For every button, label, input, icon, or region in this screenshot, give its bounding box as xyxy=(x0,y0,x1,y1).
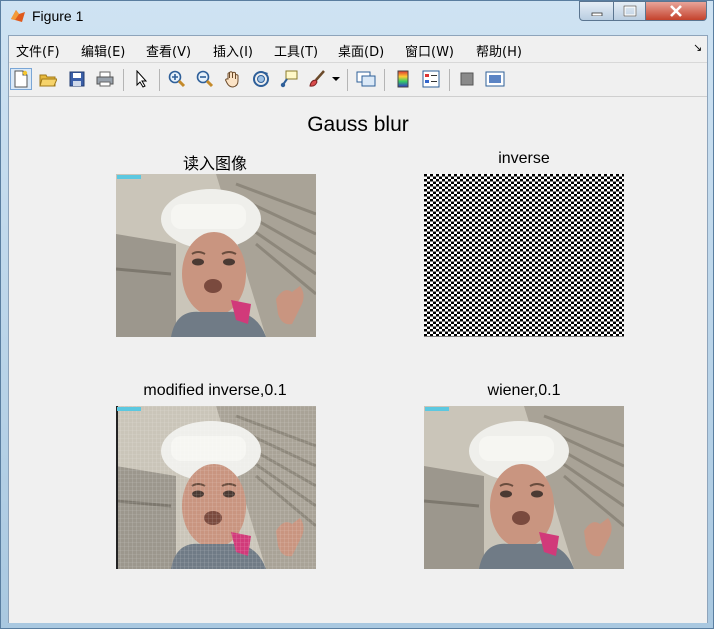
open-file-icon xyxy=(39,74,57,87)
menu-desktop[interactable]: 桌面(D) xyxy=(338,41,384,60)
colorbar-icon xyxy=(397,70,409,88)
toolbar-separator xyxy=(159,69,160,91)
menu-overflow-icon[interactable]: ↘ xyxy=(693,41,702,54)
close-button[interactable] xyxy=(645,1,707,21)
figure-canvas: Gauss blur 读入图像 inverse modified inverse… xyxy=(9,97,707,623)
maximize-icon xyxy=(622,5,637,17)
matlab-logo-icon xyxy=(11,10,25,22)
open-file-button[interactable] xyxy=(37,68,59,90)
axes-title-inverse: inverse xyxy=(498,150,550,167)
toolbar-separator xyxy=(384,69,385,91)
axes-title-wiener: wiener,0.1 xyxy=(487,382,561,399)
menu-view[interactable]: 查看(V) xyxy=(146,41,191,60)
title-bar[interactable]: Figure 1 xyxy=(1,1,713,31)
new-figure-icon xyxy=(14,70,28,88)
link-plot-icon xyxy=(356,71,376,87)
axes-title-modified-inverse: modified inverse,0.1 xyxy=(143,382,287,399)
menu-bar: 文件(F) 编辑(E) 查看(V) 插入(I) 工具(T) 桌面(D) 窗口(W… xyxy=(9,36,707,63)
rotate-3d-icon xyxy=(253,71,269,87)
brush-button[interactable] xyxy=(306,68,328,90)
edit-plot-arrow-icon xyxy=(136,70,148,88)
data-cursor-button[interactable] xyxy=(278,68,300,90)
hide-plot-tools-icon xyxy=(460,72,474,86)
pan-hand-icon xyxy=(224,71,239,88)
toolbar-separator xyxy=(449,69,450,91)
menu-insert[interactable]: 插入(I) xyxy=(213,41,253,60)
zoom-out-icon xyxy=(196,70,214,88)
axes-wiener-image xyxy=(424,406,624,569)
data-cursor-icon xyxy=(280,70,298,88)
menu-tools[interactable]: 工具(T) xyxy=(274,41,318,60)
axes-modified-inverse-image xyxy=(116,406,316,569)
zoom-in-button[interactable] xyxy=(166,68,188,90)
save-button[interactable] xyxy=(66,68,88,90)
image-corner-tag xyxy=(117,407,141,411)
legend-icon xyxy=(422,70,440,88)
figure-suptitle: Gauss blur xyxy=(307,113,409,136)
maximize-button[interactable] xyxy=(613,1,646,21)
brush-dropdown-button[interactable] xyxy=(330,68,342,90)
close-icon xyxy=(670,5,682,17)
minimize-button[interactable] xyxy=(579,1,614,21)
pan-button[interactable] xyxy=(222,68,244,90)
new-figure-button[interactable] xyxy=(10,68,32,90)
show-plot-tools-button[interactable] xyxy=(484,68,506,90)
toolbar-separator xyxy=(347,69,348,91)
menu-file[interactable]: 文件(F) xyxy=(16,41,60,60)
image-corner-tag xyxy=(425,407,449,411)
rotate-3d-button[interactable] xyxy=(250,68,272,90)
link-plot-button[interactable] xyxy=(355,68,377,90)
edit-plot-button[interactable] xyxy=(131,68,153,90)
brush-icon xyxy=(309,70,325,87)
colorbar-button[interactable] xyxy=(392,68,414,90)
toolbar-separator xyxy=(123,69,124,91)
menu-edit[interactable]: 编辑(E) xyxy=(81,41,125,60)
minimize-icon xyxy=(591,12,602,16)
window-title: Figure 1 xyxy=(32,8,84,24)
brush-dropdown-icon xyxy=(332,77,340,81)
legend-button[interactable] xyxy=(420,68,442,90)
axes-inverse-image xyxy=(424,174,624,337)
zoom-in-icon xyxy=(168,70,186,88)
hide-plot-tools-button[interactable] xyxy=(456,68,478,90)
print-button[interactable] xyxy=(94,68,116,90)
menu-window[interactable]: 窗口(W) xyxy=(405,41,454,60)
save-icon xyxy=(69,71,85,87)
print-icon xyxy=(96,71,114,87)
axes-title-original: 读入图像 xyxy=(182,154,247,173)
figure-client-area: 文件(F) 编辑(E) 查看(V) 插入(I) 工具(T) 桌面(D) 窗口(W… xyxy=(8,35,708,623)
figure-window: Figure 1 文件(F) 编辑(E) 查看(V) 插入(I) 工具(T) 桌… xyxy=(0,0,714,629)
show-plot-tools-icon xyxy=(485,71,505,87)
image-corner-tag xyxy=(117,175,141,179)
axes-original-image xyxy=(116,174,316,337)
zoom-out-button[interactable] xyxy=(194,68,216,90)
figure-toolbar xyxy=(9,63,707,97)
menu-help[interactable]: 帮助(H) xyxy=(476,41,522,60)
